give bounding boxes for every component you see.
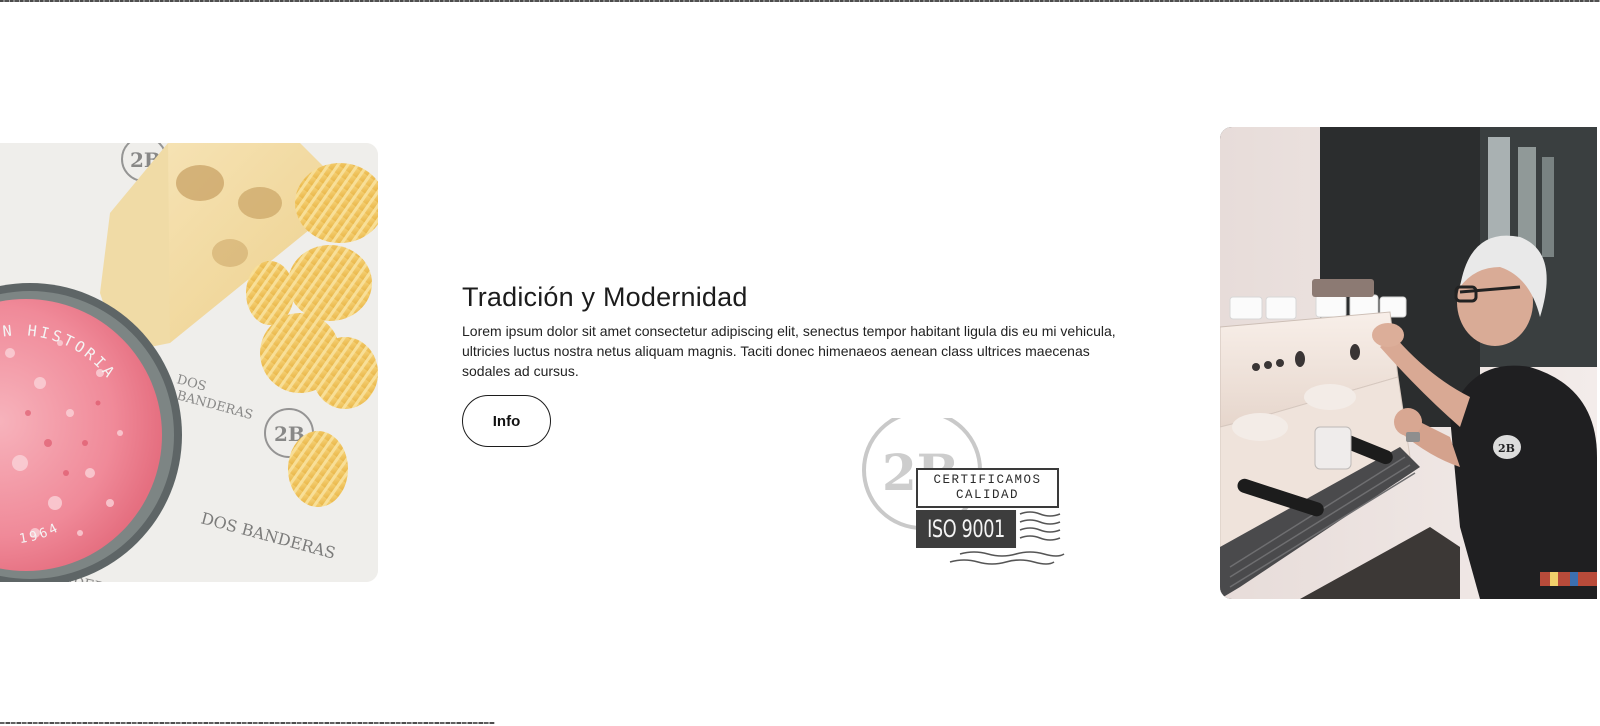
section-description: Lorem ipsum dolor sit amet consectetur a… [462,323,1116,379]
stamp-iso-badge: ISO 9001 [916,510,1017,548]
barista-photo: 2B [1220,127,1597,599]
page: 2B 2B DOS BANDERAS DOS BANDERAS BANDERAS [0,0,1600,726]
section-title: Tradición y Modernidad [462,282,748,312]
shirt-logo: 2B [1498,442,1515,455]
bottom-decorative-border [0,722,495,724]
food-photo: 2B 2B DOS BANDERAS DOS BANDERAS BANDERAS [0,143,378,582]
iso-certification-stamp: 2B CERTIFICAMOS CALIDAD ISO 9001 [860,418,1070,578]
info-button[interactable]: Info [462,395,551,447]
stamp-label-box: CERTIFICAMOS CALIDAD [916,468,1059,508]
barista-photo-illustration: 2B [1220,127,1597,599]
top-decorative-border [0,0,1600,2]
stamp-line-2: CALIDAD [955,488,1019,502]
food-photo-illustration: 2B 2B DOS BANDERAS DOS BANDERAS BANDERAS [0,143,378,582]
stamp-line-1: CERTIFICAMOS [933,473,1042,487]
